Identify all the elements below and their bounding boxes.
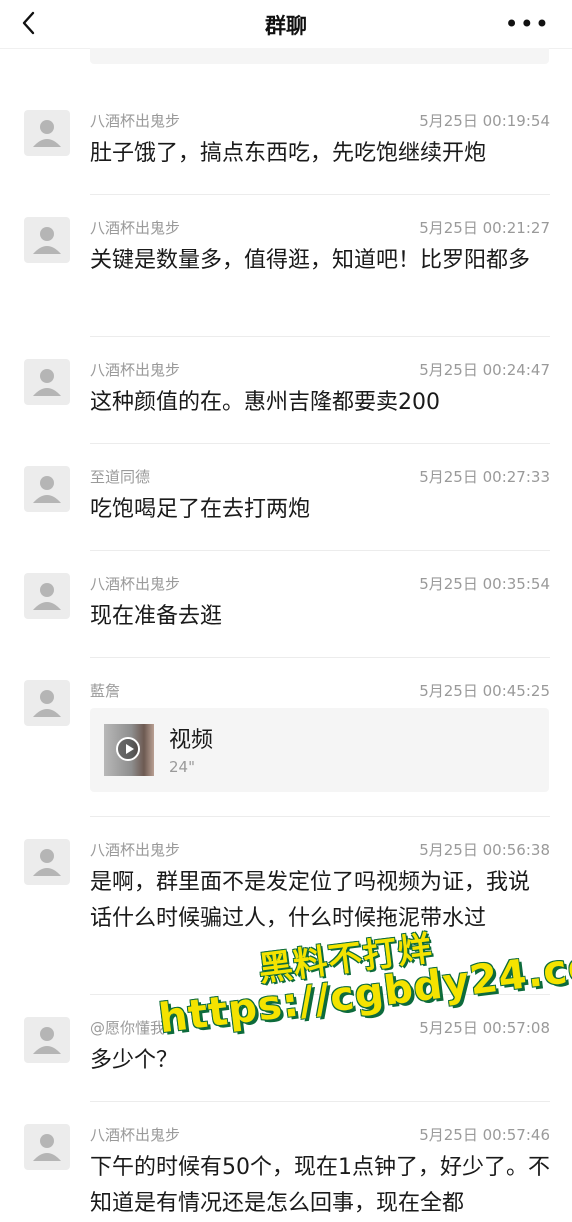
video-thumbnail[interactable]	[104, 724, 154, 776]
play-icon	[116, 737, 140, 761]
message-timestamp: 5月25日 00:19:54	[419, 112, 550, 130]
message-timestamp: 5月25日 00:24:47	[419, 361, 550, 379]
avatar[interactable]	[24, 466, 70, 512]
sender-name[interactable]: 至道同德	[90, 466, 150, 487]
avatar[interactable]	[24, 110, 70, 156]
message-text: 这种颜值的在。惠州吉隆都要卖200	[90, 390, 440, 415]
avatar[interactable]	[24, 573, 70, 619]
default-avatar-icon	[33, 583, 61, 610]
sender-name[interactable]: 八酒杯出鬼步	[90, 110, 180, 131]
sender-name[interactable]: 八酒杯出鬼步	[90, 359, 180, 380]
avatar[interactable]	[24, 839, 70, 885]
default-avatar-icon	[33, 690, 61, 717]
avatar[interactable]	[24, 359, 70, 405]
message-text: 是啊，群里面不是发定位了吗视频为证，我说话什么时候骗过人，什么时候拖泥带水过	[90, 870, 531, 931]
default-avatar-icon	[33, 120, 61, 147]
message-text: 关键是数量多，值得逛，知道吧！比罗阳都多	[90, 248, 531, 273]
page-title: 群聊	[265, 14, 307, 38]
message-timestamp: 5月25日 00:45:25	[419, 682, 550, 700]
video-message-card[interactable]: 视频 24"	[90, 708, 549, 792]
avatar[interactable]	[24, 1017, 70, 1063]
sender-name[interactable]: 八酒杯出鬼步	[90, 839, 180, 860]
message-timestamp: 5月25日 00:27:33	[419, 468, 550, 486]
default-avatar-icon	[33, 476, 61, 503]
default-avatar-icon	[33, 849, 61, 876]
message-timestamp: 5月25日 00:57:46	[419, 1126, 550, 1144]
message-timestamp: 5月25日 00:56:38	[419, 841, 550, 859]
message-text: 多少个？	[90, 1048, 179, 1073]
divider	[90, 657, 550, 658]
top-bar: 群聊 •••	[0, 0, 572, 49]
video-duration: 24"	[169, 758, 195, 776]
message-timestamp: 5月25日 00:57:08	[419, 1019, 550, 1037]
divider	[90, 443, 550, 444]
message-text: 现在准备去逛	[90, 604, 223, 629]
message-text: 下午的时候有50个，现在1点钟了，好少了。不知道是有情况还是怎么回事，现在全都	[90, 1155, 550, 1216]
default-avatar-icon	[33, 369, 61, 396]
sender-name[interactable]: @愿你懂我	[90, 1017, 165, 1038]
message-timestamp: 5月25日 00:21:27	[419, 219, 550, 237]
divider	[90, 1101, 550, 1102]
sender-name[interactable]: 八酒杯出鬼步	[90, 573, 180, 594]
sender-name[interactable]: 八酒杯出鬼步	[90, 217, 180, 238]
message-timestamp: 5月25日 00:35:54	[419, 575, 550, 593]
video-label: 视频	[169, 728, 214, 753]
sender-name[interactable]: 八酒杯出鬼步	[90, 1124, 180, 1145]
avatar[interactable]	[24, 680, 70, 726]
default-avatar-icon	[33, 227, 61, 254]
default-avatar-icon	[33, 1134, 61, 1161]
divider	[90, 336, 550, 337]
divider	[90, 816, 550, 817]
previous-message-bubble	[90, 48, 549, 64]
divider	[90, 994, 550, 995]
divider	[90, 550, 550, 551]
message-text: 肚子饿了，搞点东西吃，先吃饱继续开炮	[90, 141, 487, 166]
more-options-button[interactable]: •••	[505, 10, 550, 38]
avatar[interactable]	[24, 217, 70, 263]
divider	[90, 194, 550, 195]
sender-name[interactable]: 藍詹	[90, 680, 120, 701]
default-avatar-icon	[33, 1027, 61, 1054]
message-text: 吃饱喝足了在去打两炮	[90, 497, 311, 522]
avatar[interactable]	[24, 1124, 70, 1170]
